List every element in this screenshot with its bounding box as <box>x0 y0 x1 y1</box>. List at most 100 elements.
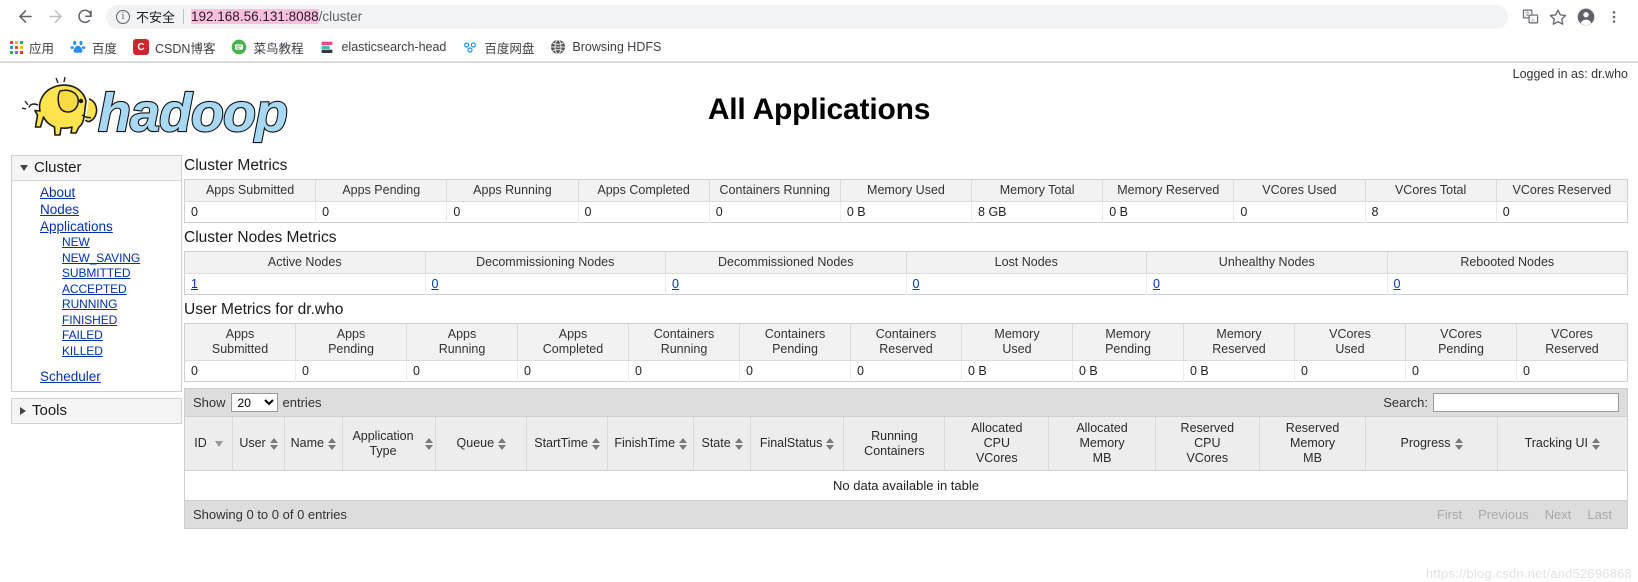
col-reserved-cpu-vcores[interactable]: Reserved CPU VCores <box>1155 417 1260 471</box>
page-length-select[interactable]: 20406080100 <box>230 393 278 412</box>
col-state[interactable]: State <box>693 417 751 471</box>
bookmark-apps[interactable]: 应用 <box>10 38 54 57</box>
search-input[interactable] <box>1433 393 1619 412</box>
baidu-pan-icon <box>462 39 478 55</box>
pagination-last[interactable]: Last <box>1580 506 1619 523</box>
bookmark-baidu-pan[interactable]: 百度网盘 <box>462 38 534 57</box>
sidebar-cluster-toggle[interactable]: Cluster <box>12 156 181 181</box>
star-icon[interactable] <box>1544 3 1572 31</box>
pagination: First Previous Next Last <box>1430 506 1619 523</box>
browser-toolbar: i 不安全 192.168.56.131:8088/cluster 文A <box>0 0 1638 33</box>
applications-datatable: Show 20406080100 entries Search: <box>184 388 1628 529</box>
empty-table-message: No data available in table <box>185 471 1627 501</box>
link-decommissioning-nodes[interactable]: 0 <box>432 277 439 291</box>
sidebar-item-applications[interactable]: Applications <box>12 218 181 235</box>
col-vcores-reserved: VCores Reserved <box>1496 179 1628 202</box>
yarn-resourcemanager-page: Logged in as: dr.who hadoop All Applicat… <box>0 62 1638 582</box>
sort-both-icon <box>734 437 743 450</box>
bookmark-csdn[interactable]: C CSDN博客 <box>133 38 215 57</box>
search-label: Search: <box>1383 395 1428 410</box>
link-lost-nodes[interactable]: 0 <box>913 277 920 291</box>
back-arrow-icon[interactable] <box>10 2 40 32</box>
user-metrics-title: User Metrics for dr.who <box>184 301 344 318</box>
col-allocated-memory-mb[interactable]: Allocated Memory MB <box>1048 417 1156 471</box>
link-rebooted-nodes[interactable]: 0 <box>1394 277 1401 291</box>
sidebar-item-finished[interactable]: FINISHED <box>12 313 181 329</box>
col-label: User <box>239 436 266 450</box>
translate-icon[interactable]: 文A <box>1516 3 1544 31</box>
col-finishtime[interactable]: FinishTime <box>607 417 695 471</box>
bookmark-label: 菜鸟教程 <box>253 41 304 56</box>
bookmark-elasticsearch-head[interactable]: elasticsearch-head <box>319 39 446 55</box>
bookmark-runoob[interactable]: 菜鸟教程 <box>231 38 303 57</box>
security-label: 不安全 <box>136 10 176 25</box>
sidebar-item-accepted[interactable]: ACCEPTED <box>12 282 181 298</box>
table-header-row: Active Nodes Decommissioning Nodes Decom… <box>184 251 1628 274</box>
pagination-first[interactable]: First <box>1430 506 1469 523</box>
runoob-icon <box>231 39 247 55</box>
col-label: Application Type <box>352 428 414 458</box>
sidebar-item-scheduler[interactable]: Scheduler <box>12 368 181 385</box>
pagination-previous[interactable]: Previous <box>1471 506 1536 523</box>
address-bar[interactable]: i 不安全 192.168.56.131:8088/cluster <box>106 4 1508 29</box>
profile-avatar-icon[interactable] <box>1572 3 1600 31</box>
sidebar-item-submitted[interactable]: SUBMITTED <box>12 266 181 282</box>
search-control: Search: <box>1383 393 1619 412</box>
col-user-vcores-reserved: VCores Reserved <box>1516 323 1628 361</box>
sidebar-item-new[interactable]: NEW <box>12 235 181 251</box>
reload-icon[interactable] <box>70 2 100 32</box>
col-label: Tracking UI <box>1524 436 1589 450</box>
sort-both-icon <box>327 437 336 450</box>
col-apps-running: Apps Running <box>446 179 579 202</box>
main-content: Cluster Metrics Apps Submitted Apps Pend… <box>182 155 1638 529</box>
col-user[interactable]: User <box>232 417 285 471</box>
link-unhealthy-nodes[interactable]: 0 <box>1153 277 1160 291</box>
page-length-control: Show 20406080100 entries <box>193 393 322 412</box>
col-user-vcores-pending: VCores Pending <box>1405 323 1517 361</box>
svg-text:文: 文 <box>1524 11 1529 18</box>
hadoop-logo[interactable]: hadoop <box>0 63 330 152</box>
bookmark-browsing-hdfs[interactable]: Browsing HDFS <box>550 39 661 55</box>
val-apps-running: 0 <box>446 201 579 223</box>
sidebar-item-running[interactable]: RUNNING <box>12 297 181 313</box>
three-dot-menu-icon[interactable] <box>1600 3 1628 31</box>
sidebar: Cluster About Nodes Applications NEW NEW… <box>0 155 182 430</box>
site-info-icon[interactable]: i <box>116 9 130 24</box>
col-id[interactable]: ID <box>185 417 234 471</box>
col-containers-running: Containers Running <box>709 179 841 202</box>
link-active-nodes[interactable]: 1 <box>191 277 198 291</box>
col-tracking-ui[interactable]: Tracking UI <box>1497 417 1627 471</box>
csdn-favicon: C <box>133 39 150 55</box>
entries-label: entries <box>282 395 322 410</box>
sidebar-item-killed[interactable]: KILLED <box>12 344 181 360</box>
col-rebooted-nodes: Rebooted Nodes <box>1387 251 1628 274</box>
forward-arrow-icon[interactable] <box>40 2 70 32</box>
bookmark-baidu[interactable]: 百度 <box>70 38 117 57</box>
col-user-memory-used: Memory Used <box>961 323 1073 361</box>
bookmark-label: 应用 <box>29 41 55 56</box>
sort-both-icon <box>679 437 688 450</box>
col-progress[interactable]: Progress <box>1365 417 1498 471</box>
pagination-next[interactable]: Next <box>1538 506 1579 523</box>
col-application-type[interactable]: Application Type <box>342 417 437 471</box>
bookmarks-bar: 应用 百度 C CSDN博客 菜鸟教程 elasticsearch-head 百… <box>0 33 1638 62</box>
link-decommissioned-nodes[interactable]: 0 <box>672 277 679 291</box>
col-queue[interactable]: Queue <box>435 417 528 471</box>
hadoop-wordmark: hadoop <box>98 83 287 143</box>
col-allocated-cpu-vcores[interactable]: Allocated CPU VCores <box>944 417 1050 471</box>
bookmark-label: 百度网盘 <box>484 41 535 56</box>
sidebar-item-new-saving[interactable]: NEW_SAVING <box>12 251 181 267</box>
val-user-apps-running: 0 <box>406 360 518 382</box>
col-memory-reserved: Memory Reserved <box>1102 179 1235 202</box>
val-user-containers-reserved: 0 <box>850 360 962 382</box>
sidebar-tools-toggle[interactable]: Tools <box>12 399 181 423</box>
col-reserved-memory-mb[interactable]: Reserved Memory MB <box>1259 417 1367 471</box>
col-finalstatus[interactable]: FinalStatus <box>750 417 845 471</box>
sidebar-item-failed[interactable]: FAILED <box>12 328 181 344</box>
col-starttime[interactable]: StartTime <box>526 417 608 471</box>
col-running-containers[interactable]: Running Containers <box>843 417 946 471</box>
col-name[interactable]: Name <box>284 417 343 471</box>
col-label: FinishTime <box>614 436 676 450</box>
sidebar-item-about[interactable]: About <box>12 184 181 201</box>
sidebar-item-nodes[interactable]: Nodes <box>12 201 181 218</box>
